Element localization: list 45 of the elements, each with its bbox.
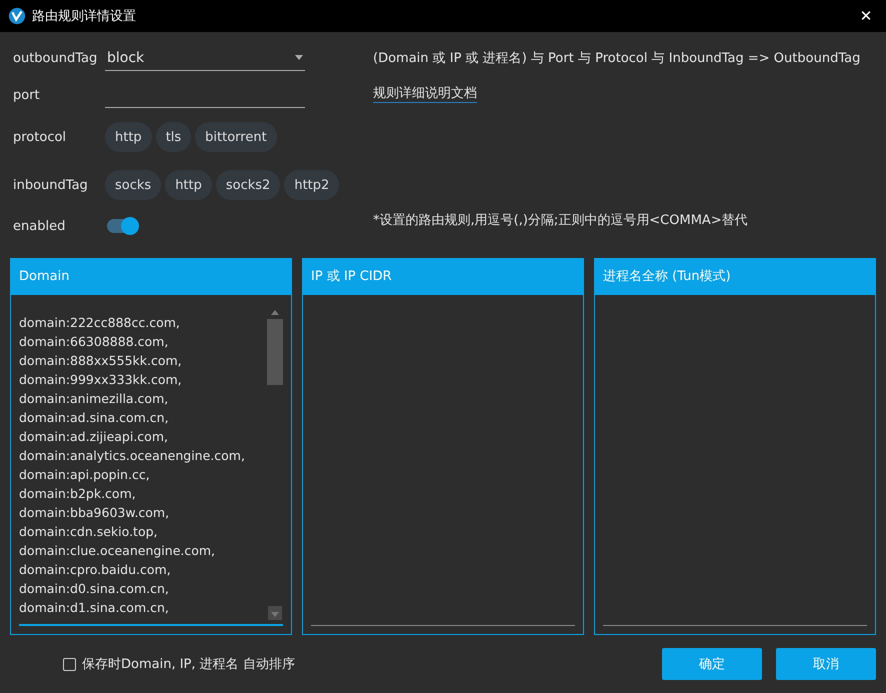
domain-rule-line: domain:66308888.com, (19, 333, 170, 351)
field-label: inboundTag (13, 178, 89, 192)
domain-rule-line: domain:cdn.sekio.top, (19, 523, 159, 541)
field-label: outboundTag (13, 50, 97, 66)
field-label: port (13, 88, 41, 102)
domain-rule-line: domain:b2pk.com, (19, 485, 137, 503)
enabled-toggle[interactable] (107, 219, 137, 233)
field-label: enabled (13, 218, 66, 234)
rule-text-area[interactable] (19, 309, 283, 626)
panel-header: 进程名全称 (Tun模式) (595, 259, 875, 295)
domain-rule-line: domain:ad.sina.com.cn, (19, 409, 170, 427)
domain-rule-line: domain:d0.sina.com.cn, (19, 580, 170, 598)
close-button[interactable]: ✕ (846, 0, 886, 32)
outbound-tag-dropdown[interactable]: block (105, 45, 305, 71)
doc-link[interactable]: 规则详细说明文档 (373, 84, 477, 103)
domain-rule-line: domain:clue.oceanengine.com, (19, 542, 216, 560)
protocol-chip[interactable]: http (105, 122, 152, 152)
domain-rule-line: domain:bba9603w.com, (19, 504, 170, 522)
panel-header: IP 或 IP CIDR (303, 259, 583, 295)
domain-rule-line: domain:analytics.oceanengine.com, (19, 447, 246, 465)
domain-rule-line: domain:api.popin.cc, (19, 466, 151, 484)
auto-sort-label: 保存时Domain, IP, 进程名 自动排序 (82, 656, 295, 673)
domain-rule-line: domain:ad.zijieapi.com, (19, 428, 169, 446)
domain-rule-line: domain:888xx555kk.com, (19, 352, 183, 370)
scrollbar-thumb[interactable] (267, 319, 283, 385)
domain-rule-line: domain:222cc888cc.com, (19, 314, 181, 332)
window-title: 路由规则详情设置 (32, 8, 137, 25)
separator-note-text: *设置的路由规则,用逗号(,)分隔;正则中的逗号用<COMMA>替代 (373, 212, 749, 229)
panel-header: Domain (11, 259, 291, 295)
domain-rule-line: domain:d1.sina.com.cn, (19, 599, 170, 617)
auto-sort-checkbox[interactable] (63, 658, 76, 670)
field-label: protocol (13, 130, 68, 144)
inbound-tag-chip[interactable]: socks (105, 170, 162, 200)
inbound-tag-chip[interactable]: http (165, 170, 212, 200)
inbound-tag-chip[interactable]: http2 (284, 170, 340, 200)
domain-rule-line: domain:animezilla.com, (19, 390, 170, 408)
rule-formula-text: (Domain 或 IP 或 进程名) 与 Port 与 Protocol 与 InboundTag => OutboundTag (373, 50, 860, 67)
domain-rule-line: domain:cpro.baidu.com, (19, 561, 172, 579)
protocol-chip[interactable]: bittorrent (195, 122, 277, 152)
scroll-down-icon[interactable] (268, 606, 282, 620)
domain-rule-line: domain:999xx333kk.com, (19, 371, 183, 389)
protocol-chip[interactable]: tls (156, 122, 192, 152)
app-logo-icon (8, 7, 26, 25)
dropdown-caret-icon (295, 55, 303, 60)
inbound-tag-chip[interactable]: socks2 (216, 170, 280, 200)
